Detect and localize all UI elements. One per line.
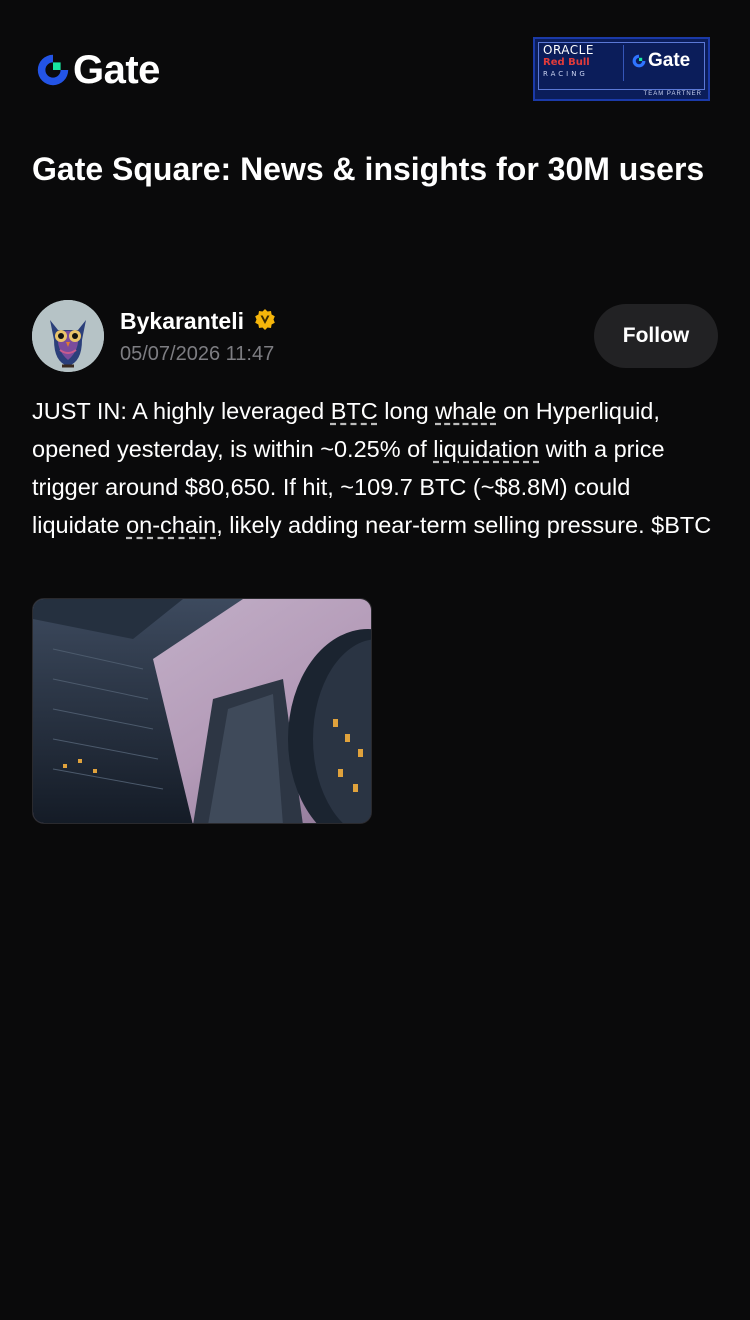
page-title: Gate Square: News & insights for 30M use… bbox=[32, 151, 705, 187]
partner-team-text: TEAM PARTNER bbox=[643, 91, 702, 97]
author-name[interactable]: Bykaranteli bbox=[120, 306, 244, 336]
post-text: long bbox=[377, 398, 436, 424]
tag-liquidation[interactable]: liquidation bbox=[433, 436, 539, 462]
partner-gate: Gate bbox=[631, 51, 690, 71]
logo-text: Gate bbox=[73, 48, 160, 92]
partner-oracle-redbull: ORACLE Red Bull RACING bbox=[543, 44, 623, 79]
post-image[interactable] bbox=[32, 598, 372, 824]
gate-logo[interactable]: Gate bbox=[34, 50, 160, 90]
partner-divider bbox=[623, 45, 624, 81]
post-text: JUST IN: A highly leveraged bbox=[32, 398, 331, 424]
gate-mini-logo-icon bbox=[632, 54, 646, 68]
tag-on-chain[interactable]: on-chain bbox=[126, 512, 216, 538]
post-body: JUST IN: A highly leveraged BTC long wha… bbox=[32, 392, 722, 544]
partner-oracle-text: ORACLE bbox=[543, 43, 594, 57]
tag-btc[interactable]: BTC bbox=[331, 398, 378, 424]
partner-racing-text: RACING bbox=[543, 70, 588, 78]
page: Gate ORACLE Red Bull RACING Gate TEAM PA… bbox=[0, 0, 750, 1320]
post-text: , likely adding near-term selling pressu… bbox=[216, 512, 712, 538]
partner-gate-text: Gate bbox=[648, 50, 691, 71]
post-timestamp: 05/07/2026 11:47 bbox=[120, 343, 275, 365]
gate-logo-icon bbox=[37, 54, 69, 86]
tag-whale[interactable]: whale bbox=[435, 398, 496, 424]
avatar[interactable] bbox=[32, 300, 104, 372]
follow-button[interactable]: Follow bbox=[594, 304, 718, 368]
skyscrapers-image bbox=[33, 599, 371, 823]
avatar-owl-image bbox=[32, 300, 104, 372]
team-partner-badge[interactable]: ORACLE Red Bull RACING Gate TEAM PARTNER bbox=[533, 37, 710, 101]
partner-redbull-text: Red Bull bbox=[543, 57, 590, 68]
verified-badge-icon bbox=[255, 309, 275, 330]
